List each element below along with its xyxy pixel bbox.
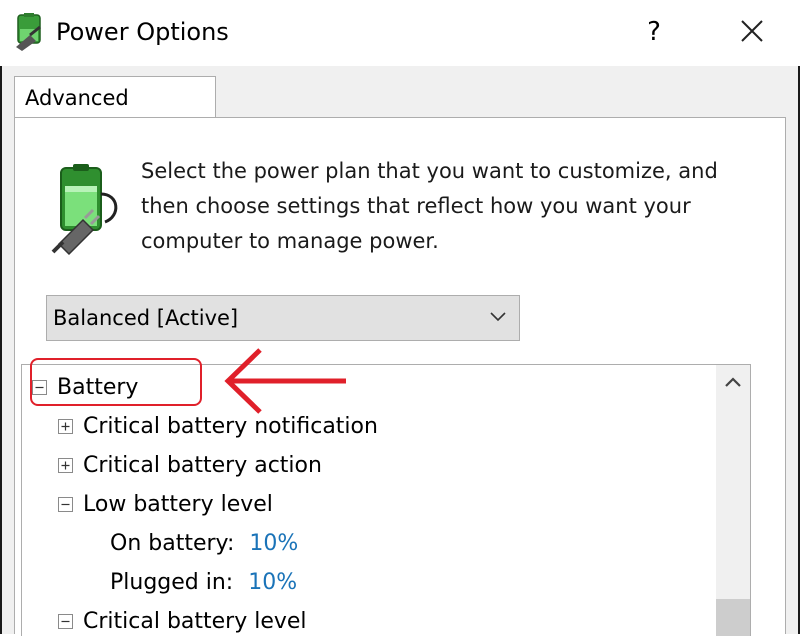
battery-plug-icon [51, 164, 118, 256]
left-arrow-icon [224, 348, 346, 414]
tree-scrollbar[interactable] [716, 365, 750, 636]
power-options-icon [16, 13, 41, 51]
chevron-up-icon[interactable] [724, 375, 742, 389]
collapse-icon[interactable] [58, 497, 73, 512]
power-plan-dropdown[interactable]: Balanced [Active] [46, 295, 520, 341]
intro-text: Select the power plan that you want to c… [141, 159, 718, 253]
dialog-body: Advanced settings Select the power plan … [2, 66, 798, 636]
collapse-icon[interactable] [58, 614, 73, 629]
power-plan-value: Balanced [Active] [53, 306, 239, 330]
chevron-down-icon [490, 312, 506, 322]
tab-advanced-settings[interactable]: Advanced settings [14, 76, 216, 152]
close-icon[interactable] [730, 12, 774, 52]
on-battery-value[interactable]: 10% [249, 531, 298, 556]
setting-plugged-in[interactable]: Plugged in: 10% [110, 566, 297, 600]
expand-icon[interactable] [58, 419, 73, 434]
setting-on-battery[interactable]: On battery: 10% [110, 527, 298, 561]
plugged-in-label: Plugged in: [110, 570, 234, 595]
window-title: Power Options [56, 18, 229, 46]
annotation-highlight-box [30, 358, 202, 406]
title-bar[interactable]: Power Options ? [0, 0, 800, 66]
plugged-in-value[interactable]: 10% [248, 570, 297, 595]
scrollbar-thumb[interactable] [716, 599, 750, 636]
help-button[interactable]: ? [636, 12, 672, 52]
on-battery-label: On battery: [110, 531, 235, 556]
expand-icon[interactable] [58, 458, 73, 473]
